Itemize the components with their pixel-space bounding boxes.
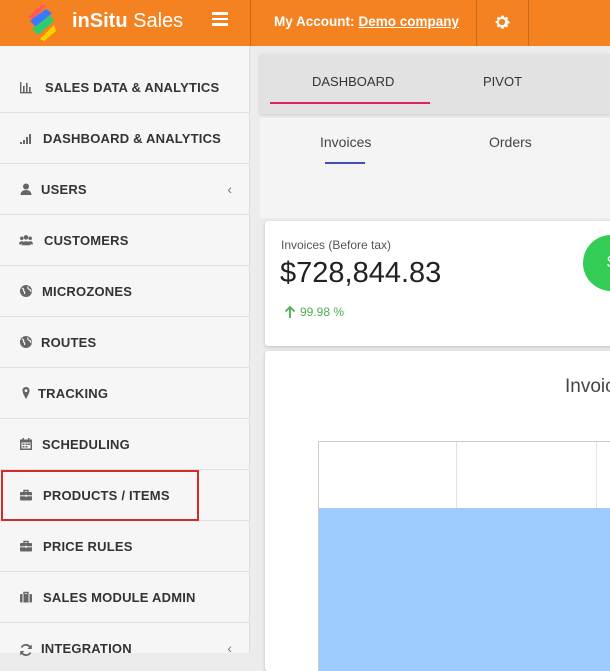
sidebar-item-tracking[interactable]: TRACKING [0, 368, 250, 419]
users-icon [19, 235, 33, 246]
signal-icon [20, 134, 31, 144]
arrow-up-icon [284, 305, 296, 318]
chart-plot-area [318, 441, 610, 671]
sub-tabs: Invoices Orders [260, 118, 610, 218]
subtab-orders[interactable]: Orders [489, 134, 532, 150]
map-marker-icon [22, 387, 30, 399]
calendar-icon [20, 438, 32, 450]
user-icon [20, 183, 32, 195]
logo-area[interactable]: inSitu Sales [0, 0, 250, 46]
sidebar-item-label: SALES DATA & ANALYTICS [45, 79, 220, 95]
chart-title: Invoic [565, 376, 610, 397]
main-content: DASHBOARD PIVOT Invoices Orders Invoices… [250, 46, 610, 671]
account-label: My Account: [274, 14, 355, 29]
brand-name: inSitu Sales [72, 10, 184, 32]
active-tab-indicator [270, 102, 430, 104]
card-title: Invoices (Before tax) [281, 238, 392, 252]
sidebar-item-label: USERS [41, 181, 87, 197]
dollar-circle-icon: $ [583, 235, 610, 291]
divider [528, 0, 529, 46]
trend-value: 99.98 % [300, 305, 345, 319]
sidebar-item-label: SALES MODULE ADMIN [43, 589, 196, 605]
suitcase-icon [20, 591, 32, 603]
sidebar-item-integration[interactable]: INTEGRATION ‹ [0, 623, 250, 656]
main-tabs: DASHBOARD PIVOT [260, 54, 610, 114]
bar-chart-icon [20, 82, 32, 94]
sidebar-item-sales-data-analytics[interactable]: SALES DATA & ANALYTICS [0, 62, 250, 113]
sidebar-item-microzones[interactable]: MICROZONES [0, 266, 250, 317]
active-subtab-indicator [325, 162, 365, 164]
briefcase-icon [20, 540, 32, 552]
invoice-chart-card: Invoic [265, 351, 610, 671]
chart-bar [319, 508, 610, 671]
hamburger-menu-icon[interactable] [212, 12, 228, 28]
account-menu[interactable]: My Account: Demo company [274, 14, 459, 29]
sidebar-item-sales-module-admin[interactable]: SALES MODULE ADMIN [0, 572, 250, 623]
selection-highlight [1, 470, 199, 521]
account-company-link[interactable]: Demo company [359, 14, 460, 29]
sidebar-item-label: INTEGRATION [41, 641, 132, 656]
invoice-summary-card: Invoices (Before tax) $728,844.83 99.98 … [265, 221, 610, 346]
divider [250, 0, 251, 46]
sidebar-item-label: TRACKING [38, 385, 109, 401]
chevron-left-icon: ‹ [227, 181, 232, 197]
subtab-invoices[interactable]: Invoices [320, 134, 371, 150]
divider [476, 0, 477, 46]
sidebar-item-label: SCHEDULING [42, 436, 130, 452]
sidebar: SALES DATA & ANALYTICS DASHBOARD & ANALY… [0, 46, 250, 656]
sidebar-item-label: ROUTES [41, 334, 97, 350]
tab-dashboard[interactable]: DASHBOARD [312, 74, 394, 89]
sidebar-item-label: DASHBOARD & ANALYTICS [43, 130, 222, 146]
insitu-logo-icon [28, 5, 56, 41]
tab-pivot[interactable]: PIVOT [483, 74, 522, 89]
globe-icon [20, 336, 32, 348]
card-value: $728,844.83 [280, 257, 442, 289]
refresh-icon [20, 644, 32, 656]
top-bar: inSitu Sales My Account: Demo company [0, 0, 610, 46]
sidebar-item-customers[interactable]: CUSTOMERS [0, 215, 250, 266]
sidebar-item-price-rules[interactable]: PRICE RULES [0, 521, 250, 572]
globe-icon [20, 285, 32, 297]
sidebar-item-label: CUSTOMERS [44, 232, 129, 248]
chevron-left-icon: ‹ [227, 640, 232, 656]
sidebar-item-scheduling[interactable]: SCHEDULING [0, 419, 250, 470]
sidebar-item-label: PRICE RULES [43, 538, 133, 554]
sidebar-item-dashboard-analytics[interactable]: DASHBOARD & ANALYTICS [0, 113, 250, 164]
sidebar-item-label: MICROZONES [42, 283, 133, 299]
sidebar-item-routes[interactable]: ROUTES [0, 317, 250, 368]
gear-icon[interactable] [493, 13, 511, 31]
trend-indicator: 99.98 % [283, 305, 344, 319]
sidebar-item-users[interactable]: USERS ‹ [0, 164, 250, 215]
